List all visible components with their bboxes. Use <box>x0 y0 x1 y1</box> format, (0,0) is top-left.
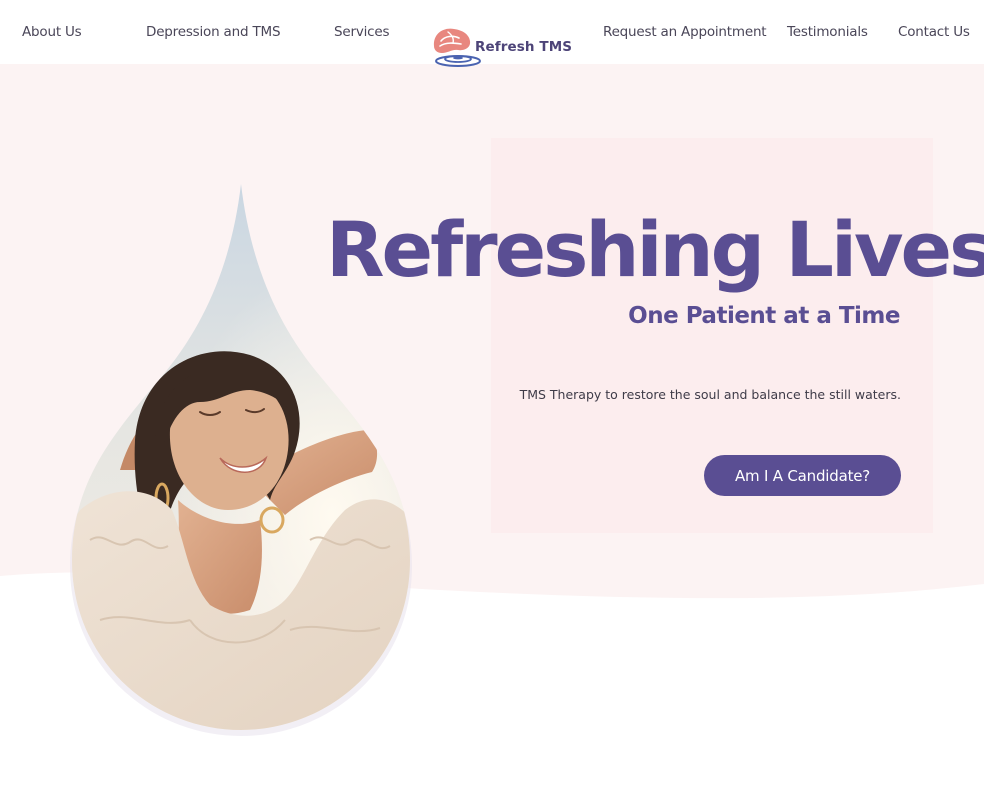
top-navigation: About Us Depression and TMS Services Ref… <box>0 0 984 67</box>
nav-link-request-appointment[interactable]: Request an Appointment <box>603 24 767 40</box>
am-i-a-candidate-button[interactable]: Am I A Candidate? <box>704 455 901 496</box>
page: About Us Depression and TMS Services Ref… <box>0 0 984 800</box>
nav-link-contact-us[interactable]: Contact Us <box>898 24 970 40</box>
site-logo[interactable]: Refresh TMS <box>428 24 572 74</box>
nav-link-services[interactable]: Services <box>334 24 390 40</box>
nav-link-testimonials[interactable]: Testimonials <box>787 24 868 40</box>
hero-title: Refreshing Lives <box>326 205 984 294</box>
logo-text: Refresh TMS <box>475 39 573 55</box>
nav-link-depression-and-tms[interactable]: Depression and TMS <box>146 24 281 40</box>
hero-tagline: TMS Therapy to restore the soul and bala… <box>519 387 901 402</box>
nav-link-about-us[interactable]: About Us <box>22 24 82 40</box>
hero-subtitle: One Patient at a Time <box>628 303 900 329</box>
